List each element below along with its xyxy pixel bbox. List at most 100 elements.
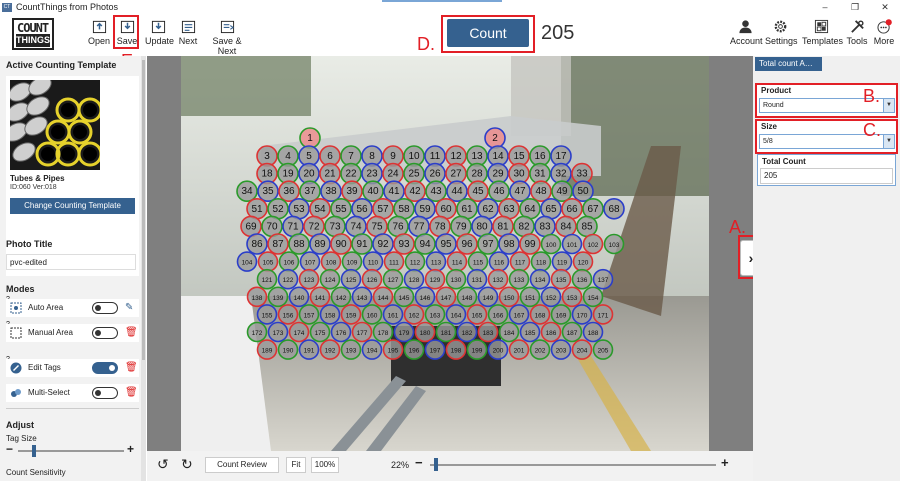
count-tag[interactable]: 113 xyxy=(425,251,447,272)
count-tag[interactable]: 148 xyxy=(456,286,478,308)
zoom-slider-track[interactable] xyxy=(430,464,716,466)
count-tag[interactable]: 146 xyxy=(414,286,436,308)
count-tag[interactable]: 183 xyxy=(477,321,499,343)
count-tag[interactable]: 193 xyxy=(340,339,362,360)
count-tag[interactable]: 131 xyxy=(466,268,488,290)
count-tag[interactable]: 47 xyxy=(509,180,531,202)
count-tag[interactable]: 179 xyxy=(393,321,415,343)
count-tag[interactable]: 102 xyxy=(582,233,604,255)
more-button[interactable]: More xyxy=(872,19,896,46)
count-tag[interactable]: 114 xyxy=(446,251,468,272)
count-tag[interactable]: 140 xyxy=(288,286,310,308)
count-tag[interactable]: 99 xyxy=(519,233,541,255)
count-tag[interactable]: 90 xyxy=(330,233,352,255)
count-tag[interactable]: 103 xyxy=(603,233,625,255)
scrollbar-thumb[interactable] xyxy=(142,60,145,360)
count-tag[interactable]: 198 xyxy=(445,339,467,360)
count-tag[interactable]: 190 xyxy=(277,339,299,360)
count-tag[interactable]: 39 xyxy=(341,180,363,202)
count-tag[interactable]: 40 xyxy=(362,180,384,202)
fit-button[interactable]: Fit xyxy=(286,457,306,473)
save-next-button[interactable]: Save & Next xyxy=(204,19,250,56)
count-tag[interactable]: 106 xyxy=(278,251,300,272)
count-tag[interactable]: 129 xyxy=(424,268,446,290)
count-tag[interactable]: 125 xyxy=(340,268,362,290)
total-count-field[interactable]: 205 xyxy=(760,168,893,184)
count-tag[interactable]: 185 xyxy=(519,321,541,343)
count-tag[interactable]: 38 xyxy=(320,180,342,202)
trash-icon[interactable]: 🗑 xyxy=(125,327,138,339)
count-tag[interactable]: 85 xyxy=(576,215,598,238)
count-button[interactable]: Count xyxy=(447,19,529,47)
count-tag[interactable]: 143 xyxy=(351,286,373,308)
count-tag[interactable]: 202 xyxy=(529,339,551,360)
count-tag[interactable]: 192 xyxy=(319,339,341,360)
count-tag[interactable]: 92 xyxy=(372,233,394,255)
count-tag[interactable]: 157 xyxy=(298,304,320,325)
next-button[interactable]: Next xyxy=(177,19,199,46)
count-tag[interactable]: 41 xyxy=(383,180,405,202)
count-tag[interactable]: 48 xyxy=(530,180,552,202)
count-tag[interactable]: 84 xyxy=(555,215,577,238)
count-tag[interactable]: 159 xyxy=(340,304,362,325)
count-tag[interactable]: 37 xyxy=(299,180,321,202)
count-tag[interactable]: 186 xyxy=(540,321,562,343)
change-template-button[interactable]: Change Counting Template xyxy=(10,198,135,214)
count-tag[interactable]: 180 xyxy=(414,321,436,343)
count-tag[interactable]: 1 xyxy=(299,127,321,149)
count-tag[interactable]: 110 xyxy=(362,251,384,272)
count-tag[interactable]: 89 xyxy=(309,233,331,255)
count-tag[interactable]: 184 xyxy=(498,321,520,343)
count-tag[interactable]: 46 xyxy=(488,180,510,202)
zoom-in-icon[interactable]: + xyxy=(721,455,729,470)
count-tag[interactable]: 147 xyxy=(435,286,457,308)
account-button[interactable]: Account xyxy=(730,19,763,46)
count-tag[interactable]: 97 xyxy=(477,233,499,255)
count-tag[interactable]: 158 xyxy=(319,304,341,325)
minus-icon[interactable]: − xyxy=(6,442,13,456)
count-tag[interactable]: 88 xyxy=(288,233,310,255)
count-tag[interactable]: 115 xyxy=(467,251,489,272)
slider-thumb[interactable] xyxy=(32,445,36,457)
open-button[interactable]: Open xyxy=(87,19,111,46)
count-tag[interactable]: 134 xyxy=(529,268,551,290)
count-tag[interactable]: 161 xyxy=(382,304,404,325)
count-tag[interactable]: 194 xyxy=(361,339,383,360)
count-tag[interactable]: 100 xyxy=(540,233,562,255)
count-tag[interactable]: 153 xyxy=(561,286,583,308)
count-tag[interactable]: 122 xyxy=(277,268,299,290)
zoom-slider-thumb[interactable] xyxy=(434,458,438,471)
count-tag[interactable]: 142 xyxy=(330,286,352,308)
count-tag[interactable]: 36 xyxy=(278,180,300,202)
tab-total-count[interactable]: Total count A… xyxy=(755,57,822,71)
zoom-out-icon[interactable]: − xyxy=(415,455,423,470)
count-tag[interactable]: 133 xyxy=(508,268,530,290)
zoom-100-button[interactable]: 100% xyxy=(311,457,339,473)
count-tag[interactable]: 174 xyxy=(288,321,310,343)
count-tag[interactable]: 197 xyxy=(424,339,446,360)
multi-select-toggle[interactable] xyxy=(92,387,118,399)
count-tag[interactable]: 127 xyxy=(382,268,404,290)
count-tag[interactable]: 205 xyxy=(592,339,614,360)
minimize-button[interactable]: – xyxy=(810,0,840,14)
settings-button[interactable]: Settings xyxy=(765,19,798,46)
count-tag[interactable]: 101 xyxy=(561,233,583,255)
count-tag[interactable]: 200 xyxy=(487,339,509,360)
count-tag[interactable]: 119 xyxy=(551,251,573,272)
count-tag[interactable]: 177 xyxy=(351,321,373,343)
count-tag[interactable]: 204 xyxy=(571,339,593,360)
left-scrollbar[interactable] xyxy=(141,56,146,481)
count-tag[interactable]: 171 xyxy=(592,304,614,325)
count-tag[interactable]: 162 xyxy=(403,304,425,325)
count-tag[interactable]: 124 xyxy=(319,268,341,290)
count-tag[interactable]: 163 xyxy=(424,304,446,325)
count-tag[interactable]: 34 xyxy=(236,180,258,202)
count-tag[interactable]: 112 xyxy=(404,251,426,272)
count-tag[interactable]: 149 xyxy=(477,286,499,308)
count-tag[interactable]: 138 xyxy=(246,286,268,308)
count-tag[interactable]: 91 xyxy=(351,233,373,255)
count-tag[interactable]: 145 xyxy=(393,286,415,308)
count-tag[interactable]: 191 xyxy=(298,339,320,360)
count-tag[interactable]: 203 xyxy=(550,339,572,360)
count-tag[interactable]: 118 xyxy=(530,251,552,272)
